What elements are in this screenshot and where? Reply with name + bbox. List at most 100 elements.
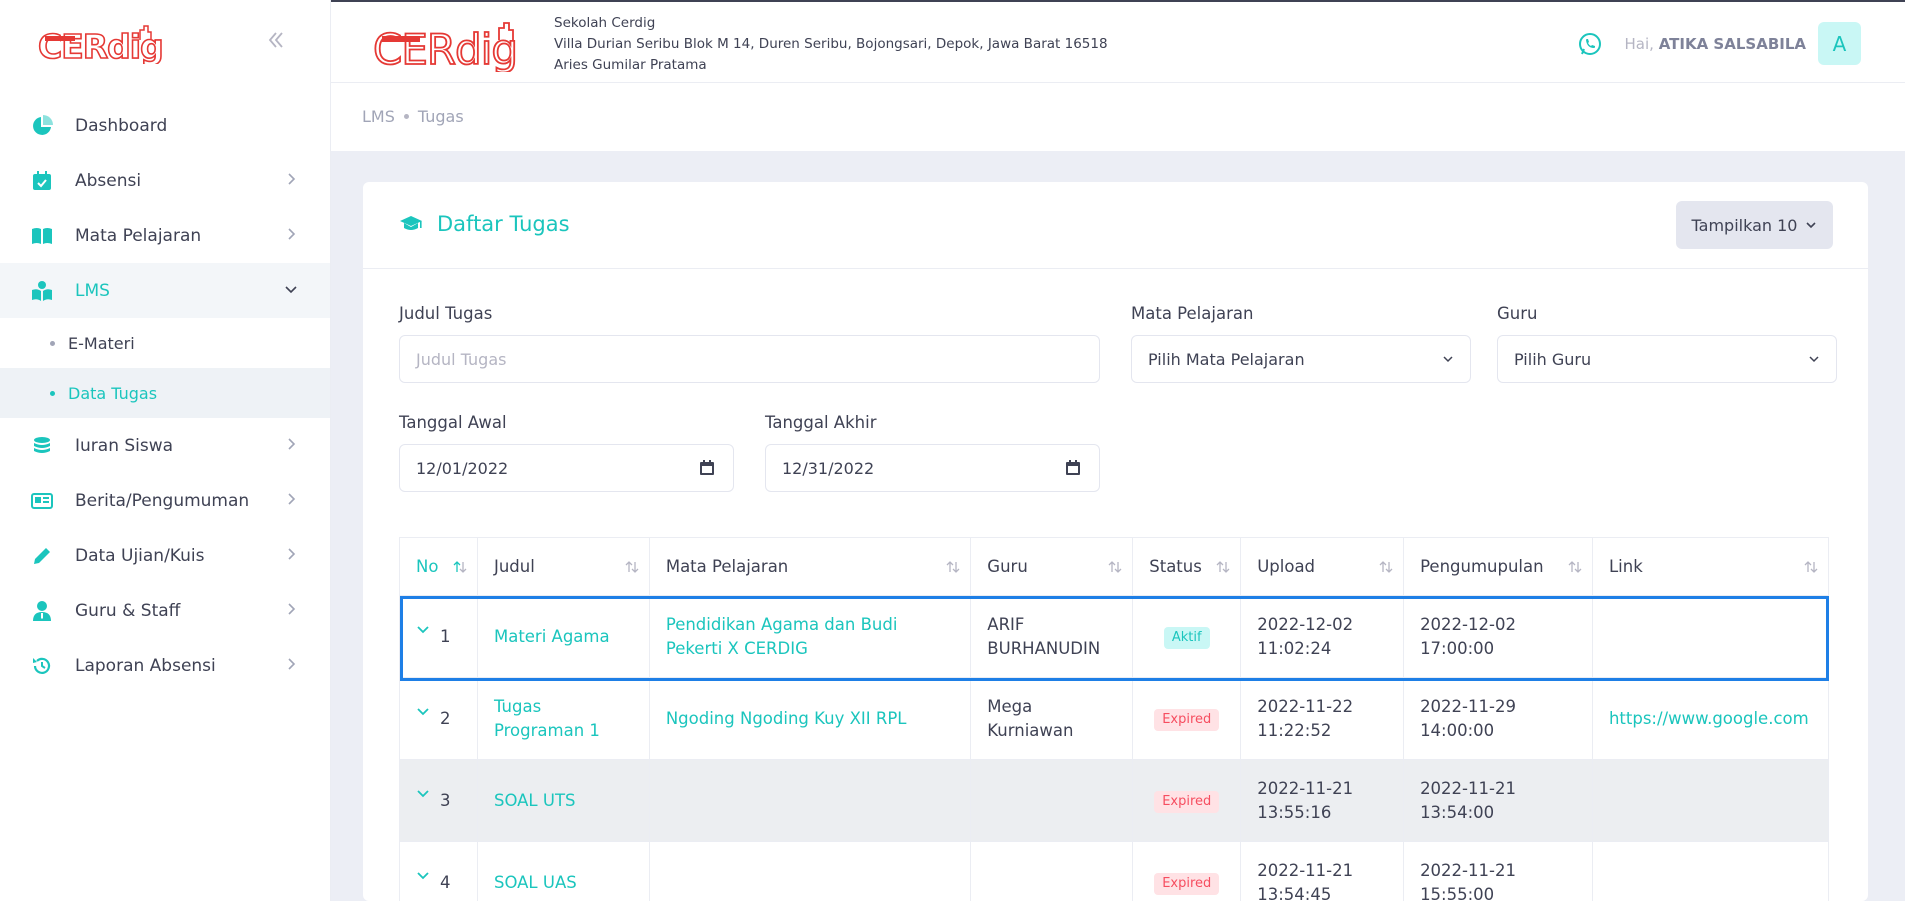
tanggal-awal-label: Tanggal Awal [399,413,507,432]
sidebar-item-guru-staff[interactable]: Guru & Staff [0,583,330,638]
lms-submenu: E-Materi Data Tugas [0,318,330,418]
bullet-dot-icon [50,390,55,396]
subject-link[interactable]: Ngoding Ngoding Kuy XII RPL [666,709,907,728]
breadcrumb: LMS Tugas [362,107,464,126]
sidebar-item-data-ujian-kuis[interactable]: Data Ujian/Kuis [0,528,330,583]
column-header-mata-pelajaran[interactable]: Mata Pelajaran [648,537,972,596]
task-title-link[interactable]: Tugas Programan 1 [494,697,600,740]
chevron-right-icon [288,493,296,505]
calendar-icon[interactable] [699,460,715,476]
sidebar-item-label: Mata Pelajaran [75,225,202,246]
column-header-no[interactable]: No [399,537,478,596]
user-tie-icon [30,599,54,623]
sidebar-brand: CERdig [0,0,330,84]
chevron-right-icon [288,548,296,560]
task-link[interactable]: https://www.google.com [1609,709,1809,728]
table-row[interactable]: 1 Materi Agama Pendidikan Agama dan Budi… [399,595,1830,678]
column-header-pengumpulan[interactable]: Pengumupulan [1403,537,1593,596]
brand-logo[interactable]: CERdig [36,20,176,64]
column-header-guru[interactable]: Guru [970,537,1134,596]
mata-pelajaran-select[interactable]: Pilih Mata Pelajaran [1131,335,1471,383]
show-entries-dropdown[interactable]: Tampilkan 10 [1676,201,1833,249]
sort-icon [1568,561,1582,573]
sidebar-item-dashboard[interactable]: Dashboard [0,98,330,153]
user-greeting[interactable]: Hai, ATIKA SALSABILA [1625,35,1806,53]
sidebar-item-iuran-siswa[interactable]: Iuran Siswa [0,418,330,473]
breadcrumb-separator [403,114,409,119]
cell-guru [970,759,1134,842]
expand-row-icon[interactable] [416,787,430,801]
tanggal-akhir-input[interactable]: 12/31/2022 [765,444,1100,492]
sidebar-item-lms[interactable]: LMS [0,263,330,318]
header-user-area: Hai, ATIKA SALSABILA A [1577,22,1861,65]
user-name: ATIKA SALSABILA [1658,34,1806,53]
breadcrumb-item-lms[interactable]: LMS [362,107,395,126]
cerdig-logo-icon: CERdig [372,22,519,75]
task-title-link[interactable]: SOAL UTS [494,791,576,810]
table-header-row: No Judul Mata Pelajaran Guru Status Uplo… [399,537,1830,596]
sidebar-item-label: Iuran Siswa [75,435,174,456]
column-header-status[interactable]: Status [1132,537,1242,596]
cerdig-logo-icon: CERdig [37,25,165,64]
whatsapp-icon[interactable] [1577,31,1603,57]
sidebar-menu: Dashboard Absensi Mata Pelajaran LMS E-M… [0,98,330,693]
sidebar-item-mata-pelajaran[interactable]: Mata Pelajaran [0,208,330,263]
cell-guru [970,841,1134,901]
cell-no: 1 [399,595,478,678]
book-open-icon [30,224,54,248]
sidebar-item-label: Data Ujian/Kuis [75,545,205,566]
collapse-sidebar-icon[interactable] [262,28,290,56]
chevron-right-icon [288,603,296,615]
column-header-link[interactable]: Link [1591,537,1830,596]
task-title-link[interactable]: SOAL UAS [494,873,577,892]
sidebar-subitem-e-materi[interactable]: E-Materi [0,318,330,368]
sidebar-subitem-label: E-Materi [68,333,135,353]
cell-mata-pelajaran [648,759,972,842]
cell-pengumpulan: 2022-11-21 15:55:00 [1403,841,1593,901]
sidebar-item-label: Dashboard [75,115,168,136]
guru-select[interactable]: Pilih Guru [1497,335,1837,383]
history-icon [30,654,54,678]
sort-icon [1379,561,1393,573]
judul-tugas-input[interactable]: Judul Tugas [399,335,1100,383]
table-row[interactable]: 4 SOAL UAS Expired 2022-11-21 13:54:45 2… [399,841,1830,901]
sidebar-item-label: Guru & Staff [75,600,181,621]
sidebar-item-berita-pengumuman[interactable]: Berita/Pengumuman [0,473,330,528]
header-logo[interactable]: CERdig [371,14,541,76]
table-row[interactable]: 2 Tugas Programan 1 Ngoding Ngoding Kuy … [399,677,1830,760]
sidebar-item-label: Absensi [75,170,142,191]
calendar-icon[interactable] [1065,460,1081,476]
sidebar-item-label: Laporan Absensi [75,655,216,676]
tanggal-awal-value: 12/01/2022 [416,458,509,478]
cell-judul: SOAL UAS [476,841,650,901]
subject-link[interactable]: Pendidikan Agama dan Budi Pekerti X CERD… [666,615,898,658]
cell-upload: 2022-11-21 13:54:45 [1240,841,1405,901]
column-header-judul[interactable]: Judul [476,537,650,596]
cell-pengumpulan: 2022-11-21 13:54:00 [1403,759,1593,842]
avatar[interactable]: A [1818,22,1861,65]
column-header-upload[interactable]: Upload [1240,537,1405,596]
chevron-down-icon [1809,356,1819,363]
tanggal-akhir-label: Tanggal Akhir [765,413,877,432]
sidebar-subitem-data-tugas[interactable]: Data Tugas [0,368,330,418]
expand-row-icon[interactable] [416,869,430,883]
cell-link [1591,595,1830,678]
task-title-link[interactable]: Materi Agama [494,627,610,646]
cell-mata-pelajaran: Ngoding Ngoding Kuy XII RPL [648,677,972,760]
sidebar-item-absensi[interactable]: Absensi [0,153,330,208]
table-row[interactable]: 3 SOAL UTS Expired 2022-11-21 13:55:16 2… [399,759,1830,842]
page-title: Daftar Tugas [437,212,570,236]
bullet-dot-icon [50,340,55,346]
cell-upload: 2022-12-02 11:02:24 [1240,595,1405,678]
tanggal-awal-input[interactable]: 12/01/2022 [399,444,734,492]
expand-row-icon[interactable] [416,623,430,637]
guru-value: Pilih Guru [1514,349,1592,369]
breadcrumb-item-tugas[interactable]: Tugas [418,107,464,126]
show-entries-label: Tampilkan 10 [1691,215,1798,235]
cell-link [1591,759,1830,842]
chevron-right-icon [288,173,296,185]
school-head: Aries Gumilar Pratama [554,57,707,73]
sidebar-item-laporan-absensi[interactable]: Laporan Absensi [0,638,330,693]
cell-pengumpulan: 2022-12-02 17:00:00 [1403,595,1593,678]
expand-row-icon[interactable] [416,705,430,719]
